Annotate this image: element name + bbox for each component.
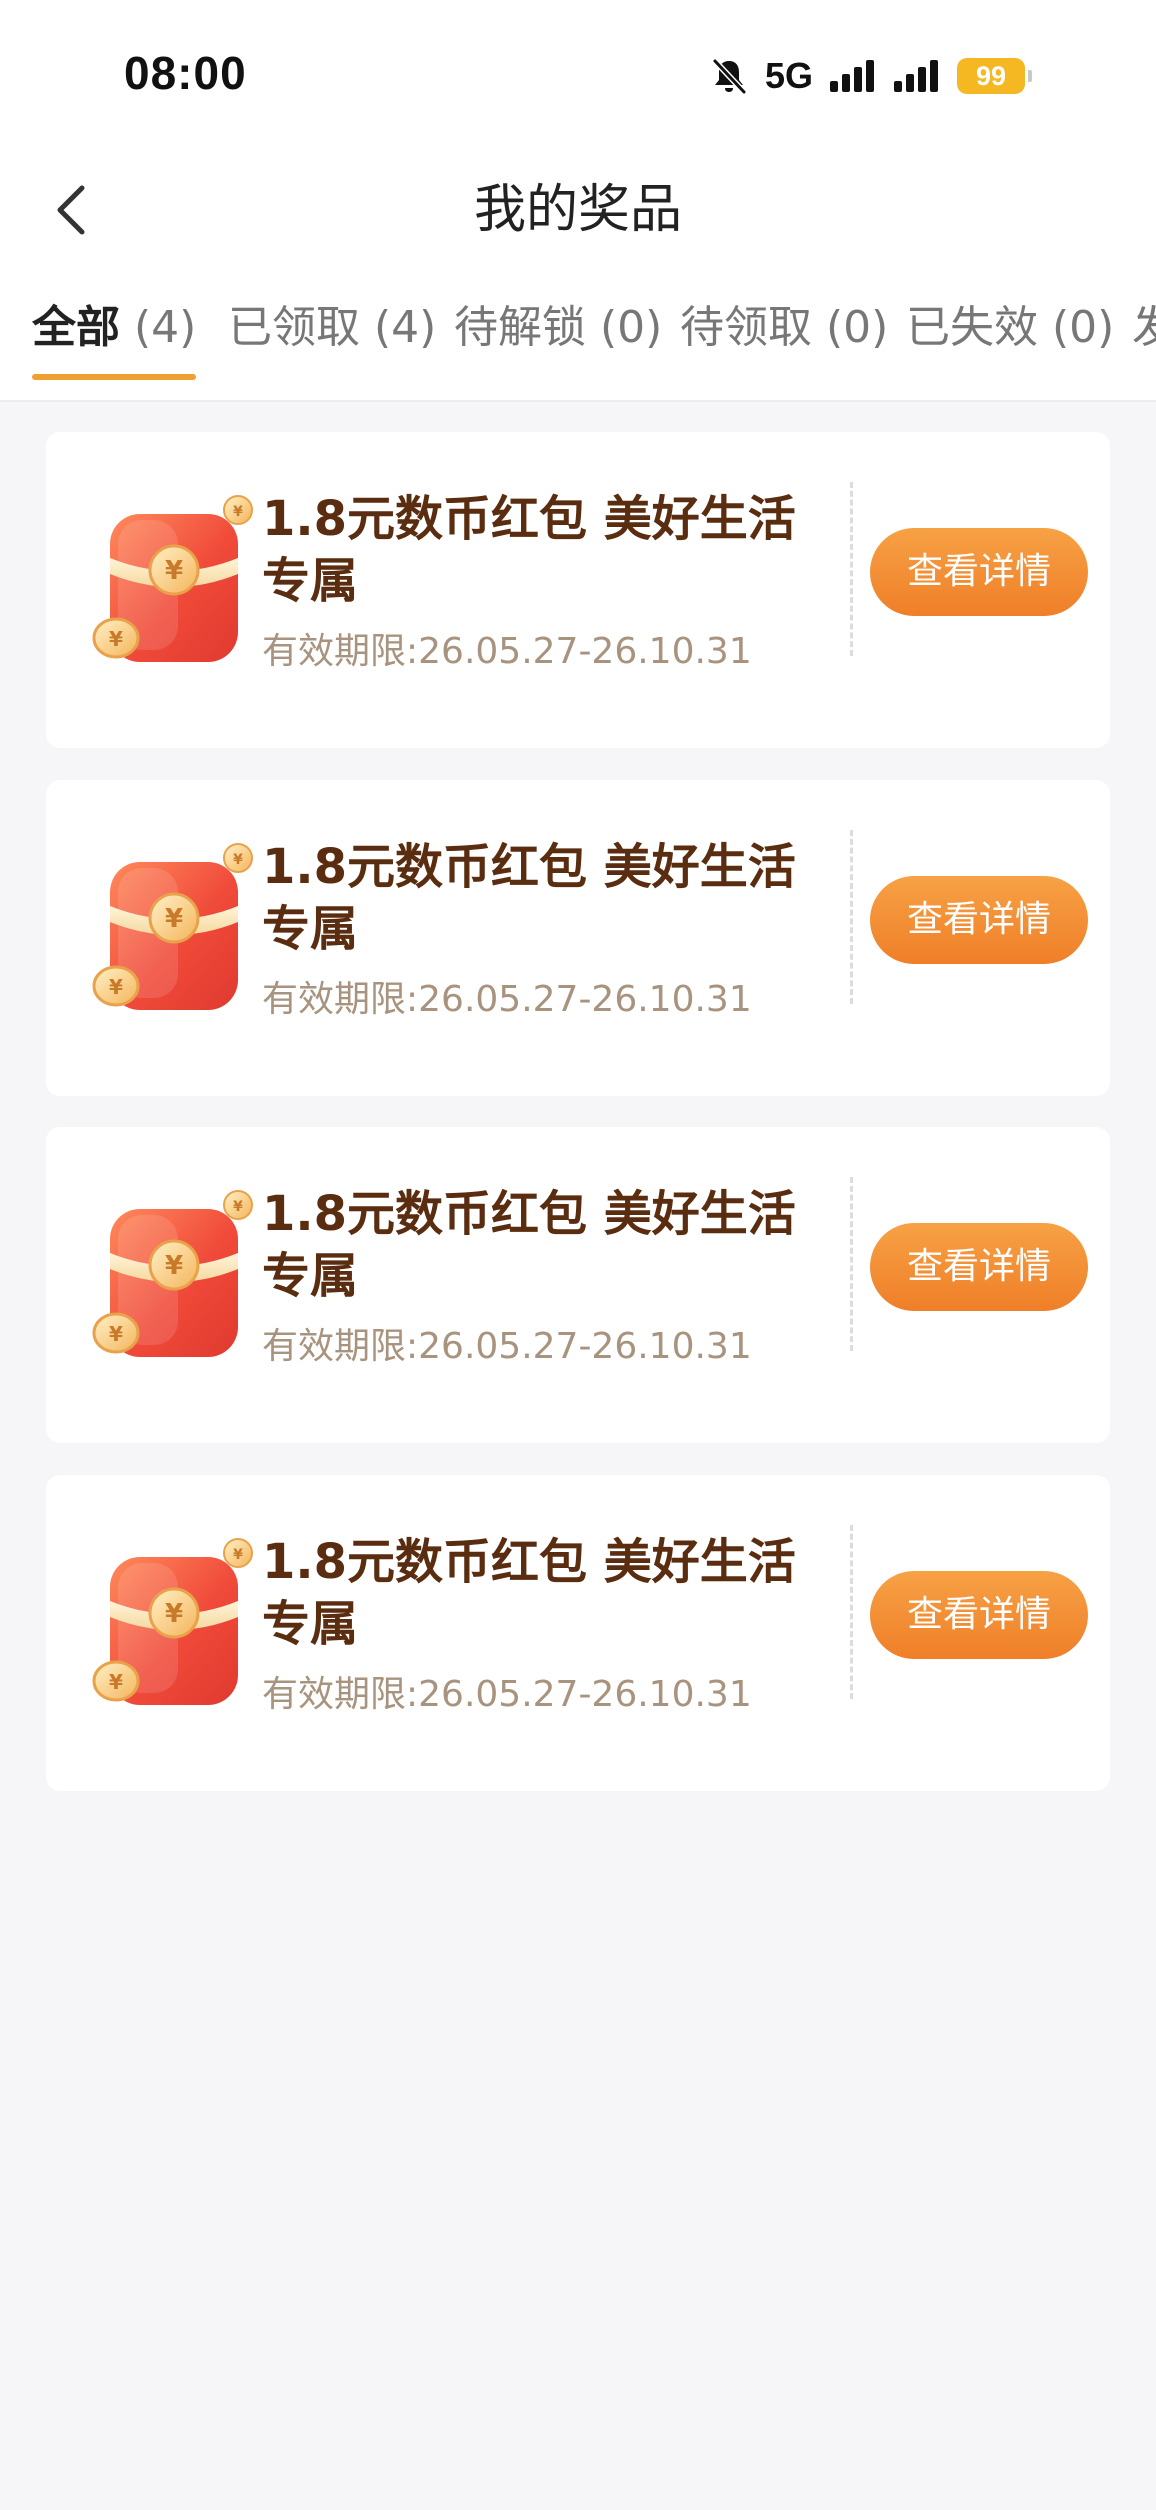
view-details-button[interactable]: 查看详情 (870, 1571, 1088, 1659)
bell-muted-icon (709, 56, 749, 96)
prize-card: 1.8元数币红包 美好生活专属 有效期限:26.05.27-26.10.31 查… (46, 780, 1110, 1096)
prize-validity: 有效期限:26.05.27-26.10.31 (262, 1674, 752, 1715)
red-envelope-icon (74, 480, 270, 676)
tab-label: 待解锁 (454, 302, 586, 353)
tab-claimed[interactable]: 已领取 (4) (228, 296, 436, 392)
tab-expired[interactable]: 已失效 (0) (906, 296, 1114, 392)
signal-icon (893, 59, 941, 93)
card-divider (850, 1177, 853, 1351)
status-indicators: 5G 99 (709, 52, 1032, 100)
red-envelope-icon (74, 1523, 270, 1719)
top-area: 08:00 5G 99 我的奖品 全部 (4) 已领取 (4) 待解锁 (0) … (0, 0, 1156, 402)
prize-card: 1.8元数币红包 美好生活专属 有效期限:26.05.27-26.10.31 查… (46, 432, 1110, 748)
battery-tip (1028, 70, 1032, 82)
prize-card: 1.8元数币红包 美好生活专属 有效期限:26.05.27-26.10.31 查… (46, 1475, 1110, 1791)
red-envelope-icon (74, 828, 270, 1024)
view-details-button[interactable]: 查看详情 (870, 876, 1088, 964)
tab-label: 待领取 (680, 302, 812, 353)
card-divider (850, 1525, 853, 1699)
prizes-page: 08:00 5G 99 我的奖品 全部 (4) 已领取 (4) 待解锁 (0) … (0, 0, 1156, 2510)
tab-bar: 全部 (4) 已领取 (4) 待解锁 (0) 待领取 (0) 已失效 (0) 发 (32, 296, 1156, 392)
battery-icon: 99 (957, 58, 1032, 94)
tab-count: (4) (360, 302, 437, 353)
battery-level: 99 (957, 58, 1025, 94)
prize-validity: 有效期限:26.05.27-26.10.31 (262, 979, 752, 1020)
header: 我的奖品 (0, 160, 1156, 260)
prize-title: 1.8元数币红包 美好生活专属 (262, 491, 796, 609)
prize-title: 1.8元数币红包 美好生活专属 (262, 839, 796, 957)
tab-all[interactable]: 全部 (4) (32, 296, 196, 392)
card-divider (850, 830, 853, 1004)
prize-title: 1.8元数币红包 美好生活专属 (262, 1186, 796, 1304)
prize-card: 1.8元数币红包 美好生活专属 有效期限:26.05.27-26.10.31 查… (46, 1127, 1110, 1443)
tab-count: (0) (1038, 302, 1115, 353)
tab-label: 已领取 (228, 302, 360, 353)
tab-active-indicator (32, 374, 196, 380)
view-details-button[interactable]: 查看详情 (870, 528, 1088, 616)
red-envelope-icon (74, 1175, 270, 1371)
tab-count: (0) (812, 302, 889, 353)
status-bar: 08:00 5G 99 (0, 0, 1156, 150)
tab-label: 已失效 (906, 302, 1038, 353)
tab-to-claim[interactable]: 待领取 (0) (680, 296, 888, 392)
prize-validity: 有效期限:26.05.27-26.10.31 (262, 631, 752, 672)
view-details-button[interactable]: 查看详情 (870, 1223, 1088, 1311)
prize-title: 1.8元数币红包 美好生活专属 (262, 1534, 796, 1652)
tab-label: 发 (1132, 302, 1156, 353)
signal-icon (829, 59, 877, 93)
tab-count: (0) (586, 302, 663, 353)
status-time: 08:00 (124, 47, 247, 99)
network-label: 5G (764, 55, 813, 96)
tab-label: 全部 (32, 302, 120, 353)
card-divider (850, 482, 853, 656)
tab-count: (4) (120, 302, 197, 353)
tab-locked[interactable]: 待解锁 (0) (454, 296, 662, 392)
page-title: 我的奖品 (473, 180, 682, 240)
tab-issued[interactable]: 发 (1132, 296, 1156, 392)
prize-validity: 有效期限:26.05.27-26.10.31 (262, 1326, 752, 1367)
